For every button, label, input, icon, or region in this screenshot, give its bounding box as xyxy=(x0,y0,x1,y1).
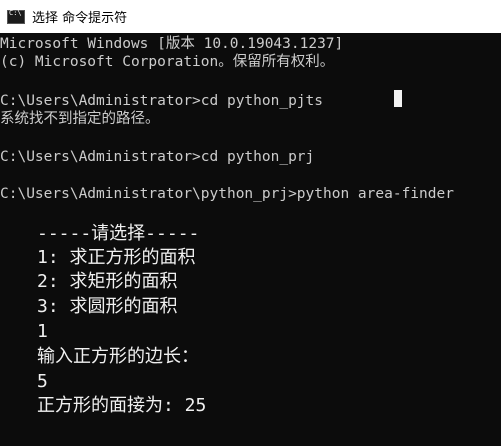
menu-header: -----请选择----- xyxy=(37,223,200,244)
program-output: -----请选择----- 1: 求正方形的面积 2: 求矩形的面积 3: 求圆… xyxy=(0,223,396,446)
window-title: 选择 命令提示符 xyxy=(32,11,128,26)
menu-option-2: 2: 求矩形的面积 xyxy=(37,271,178,292)
area-result: 正方形的面接为: 25 xyxy=(37,395,207,416)
console-line: C:\Users\Administrator>cd python_prj xyxy=(0,149,315,165)
console-line: C:\Users\Administrator\python_prj>python… xyxy=(0,186,454,202)
user-choice: 1 xyxy=(37,321,48,342)
side-prompt: 输入正方形的边长： xyxy=(37,346,199,367)
title-bar: 选择 命令提示符 xyxy=(0,0,501,33)
console-line: (c) Microsoft Corporation。保留所有权利。 xyxy=(0,54,335,70)
console-line: 系统找不到指定的路径。 xyxy=(0,111,160,127)
cmd-icon xyxy=(7,9,25,24)
text-cursor xyxy=(394,90,402,107)
menu-option-1: 1: 求正方形的面积 xyxy=(37,247,196,268)
console-area[interactable]: Microsoft Windows [版本 10.0.19043.1237] (… xyxy=(0,33,501,446)
side-input: 5 xyxy=(37,371,48,392)
console-line: Microsoft Windows [版本 10.0.19043.1237] xyxy=(0,36,344,52)
menu-option-3: 3: 求圆形的面积 xyxy=(37,296,178,317)
console-line: C:\Users\Administrator>cd python_pjts xyxy=(0,93,324,109)
